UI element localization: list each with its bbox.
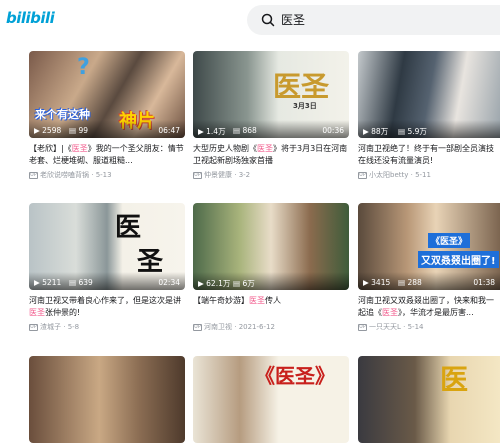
uploader-name[interactable]: 渣城子: [40, 323, 61, 331]
uploader-icon: UP: [193, 171, 202, 179]
question-mark-icon: ?: [77, 55, 90, 80]
video-title[interactable]: 大型历史人物剧《医圣》将于3月3日在河南卫视起新剧场独家首播: [193, 143, 349, 167]
video-duration: 01:38: [473, 278, 495, 287]
thumbnail-caption: 医圣: [273, 70, 330, 103]
uploader-icon: UP: [358, 323, 367, 331]
video-thumbnail[interactable]: 《医圣》 又双叒叕出圈了! ▶ 3415 ▤ 288 01:38: [358, 203, 500, 290]
video-thumbnail[interactable]: ▶ 88万 ▤ 5.9万: [358, 51, 500, 138]
video-stats: ▶ 3415 ▤ 288 01:38: [358, 272, 500, 290]
danmaku-count: ▤ 5.9万: [398, 127, 427, 136]
bilibili-logo[interactable]: bilibili: [6, 9, 55, 27]
play-count: ▶ 1.4万: [198, 127, 226, 136]
uploader-name[interactable]: 老欣说唠嗑背锅: [40, 171, 89, 179]
video-duration: 06:47: [158, 126, 180, 135]
video-stats: ▶ 88万 ▤ 5.9万: [358, 120, 500, 138]
video-thumbnail[interactable]: [29, 356, 185, 443]
upload-date: 2021-6-12: [238, 323, 275, 331]
thumbnail-caption: 医: [115, 213, 142, 243]
uploader-icon: UP: [358, 171, 367, 179]
danmaku-count: ▤ 6万: [233, 279, 255, 288]
thumbnail-caption: 3月3日: [293, 102, 317, 110]
video-stats: ▶ 2598 ▤ 99 06:47: [29, 120, 185, 138]
play-count: ▶ 88万: [363, 127, 389, 136]
video-thumbnail[interactable]: ▶ 62.1万 ▤ 6万: [193, 203, 349, 290]
video-meta: UP 渣城子 · 5-8: [29, 323, 80, 331]
play-count: ▶ 2598: [34, 126, 62, 135]
video-thumbnail[interactable]: 医 圣 ▶ 5211 ▤ 639 02:34: [29, 203, 185, 290]
video-title[interactable]: 河南卫视又带着良心作来了，但是这次是讲医圣张仲景的!: [29, 295, 185, 319]
uploader-icon: UP: [29, 323, 38, 331]
upload-date: 5-14: [407, 323, 424, 331]
play-count: ▶ 5211: [34, 278, 62, 287]
uploader-icon: UP: [29, 171, 38, 179]
thumbnail-caption: 又双叒叕出圈了!: [418, 251, 499, 268]
uploader-name[interactable]: 河南卫视: [204, 323, 232, 331]
video-title[interactable]: 【老欣】|《医圣》我的一个圣父朋友：情节老套、烂梗堆砌、服道粗糙...: [29, 143, 185, 167]
video-stats: ▶ 5211 ▤ 639 02:34: [29, 272, 185, 290]
search-icon[interactable]: [261, 13, 275, 27]
video-duration: 02:34: [158, 278, 180, 287]
video-meta: UP 河南卫视 · 2021-6-12: [193, 323, 275, 331]
video-duration: 00:36: [322, 126, 344, 135]
uploader-name[interactable]: 仲景健康: [204, 171, 232, 179]
video-thumbnail[interactable]: 医: [358, 356, 500, 443]
upload-date: 5-13: [95, 171, 112, 179]
top-header: bilibili 医圣: [0, 0, 500, 40]
search-bar[interactable]: 医圣: [247, 5, 500, 35]
video-stats: ▶ 1.4万 ▤ 868 00:36: [193, 120, 349, 138]
video-title[interactable]: 河南卫视又双叒叕出圈了，快来和我一起追《医圣》，华流才是最厉害...: [358, 295, 500, 319]
video-title[interactable]: 【端午奇妙游】医圣传人: [193, 295, 349, 319]
upload-date: 5-8: [67, 323, 80, 331]
danmaku-count: ▤ 288: [398, 278, 422, 287]
video-meta: UP 仲景健康 · 3-2: [193, 171, 251, 179]
video-thumbnail[interactable]: 《医圣》: [193, 356, 349, 443]
video-title[interactable]: 河南卫视绝了！终于有一部剧全员演技在线还没有流量演员!: [358, 143, 500, 167]
thumbnail-caption: 《医圣》: [428, 233, 471, 248]
video-meta: UP 一只天天L · 5-14: [358, 323, 424, 331]
thumbnail-caption: 《医圣》: [255, 364, 335, 388]
search-input[interactable]: 医圣: [281, 11, 305, 28]
play-count: ▶ 3415: [363, 278, 391, 287]
play-count: ▶ 62.1万: [198, 279, 231, 288]
upload-date: 5-11: [415, 171, 431, 179]
uploader-name[interactable]: 小太阳betty: [369, 171, 408, 179]
video-thumbnail[interactable]: 医圣 3月3日 ▶ 1.4万 ▤ 868 00:36: [193, 51, 349, 138]
uploader-name[interactable]: 一只天天L: [369, 323, 401, 331]
thumbnail-caption: 医: [440, 363, 469, 396]
upload-date: 3-2: [238, 171, 251, 179]
video-stats: ▶ 62.1万 ▤ 6万: [193, 272, 349, 290]
video-meta: UP 老欣说唠嗑背锅 · 5-13: [29, 171, 112, 179]
danmaku-count: ▤ 99: [69, 126, 89, 135]
danmaku-count: ▤ 639: [69, 278, 93, 287]
danmaku-count: ▤ 868: [233, 126, 257, 135]
video-thumbnail[interactable]: 来个有这种 神片 ? ▶ 2598 ▤ 99 06:47: [29, 51, 185, 138]
uploader-icon: UP: [193, 323, 202, 331]
video-meta: UP 小太阳betty · 5-11: [358, 171, 431, 179]
